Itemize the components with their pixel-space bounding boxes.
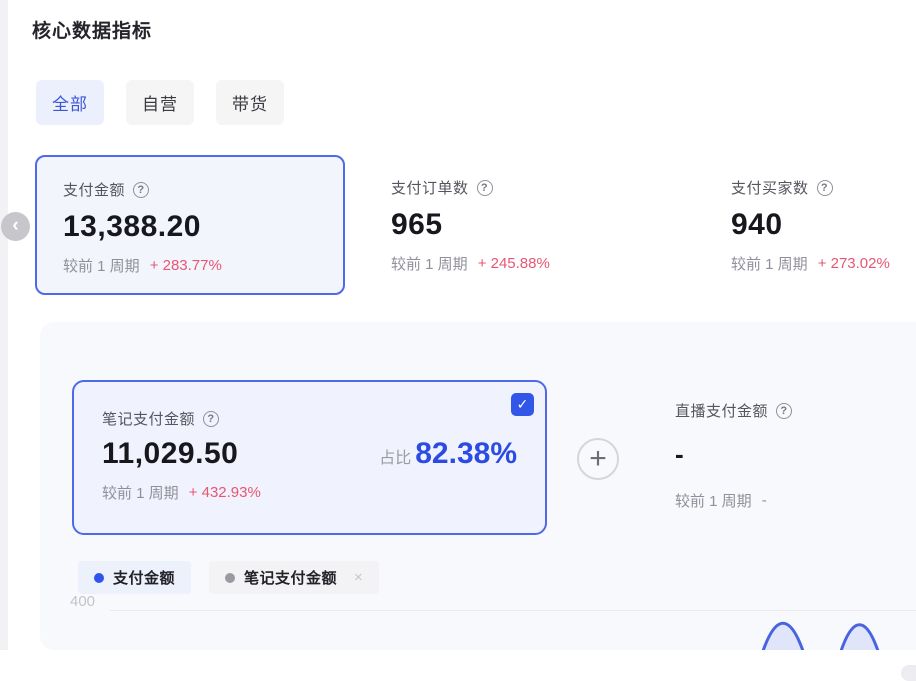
delta-value: + 245.88% <box>478 255 550 272</box>
live-payment-card[interactable]: 直播支付金额 ? - 较前 1 周期 - <box>675 400 905 511</box>
delta-value: - <box>762 492 767 509</box>
legend-dot-icon <box>94 573 104 583</box>
core-metrics-screen: 核心数据指标 全部 自营 带货 ‹ 支付金额 ? 13,388.20 较前 1 … <box>0 0 916 681</box>
metric-value: 13,388.20 <box>63 210 317 244</box>
page-edge-strip <box>0 0 8 650</box>
payment-trend-chart[interactable] <box>700 600 916 650</box>
help-icon[interactable]: ? <box>133 182 149 198</box>
carousel-prev-button[interactable]: ‹ <box>1 212 30 241</box>
tab-self-operated[interactable]: 自营 <box>126 80 194 125</box>
metric-value: 965 <box>391 208 659 242</box>
metric-card-payment-buyers[interactable]: 支付买家数 ? 940 较前 1 周期 + 273.02% <box>705 155 916 295</box>
metric-label: 支付订单数 <box>391 177 469 198</box>
help-icon[interactable]: ? <box>477 180 493 196</box>
y-axis-tick-400: 400 <box>70 593 95 610</box>
metric-card-payment-orders[interactable]: 支付订单数 ? 965 较前 1 周期 + 245.88% <box>365 155 685 295</box>
tab-affiliate[interactable]: 带货 <box>216 80 284 125</box>
delta-value: + 273.02% <box>818 255 890 272</box>
note-payment-card[interactable]: ✓ 笔记支付金额 ? 11,029.50 占比 82.38% 较前 1 周期 +… <box>72 380 547 535</box>
plus-icon: + <box>589 442 607 475</box>
help-icon[interactable]: ? <box>817 180 833 196</box>
metric-label: 直播支付金额 <box>675 400 768 421</box>
share-label: 占比 <box>379 444 411 468</box>
share-value: 82.38% <box>415 437 517 471</box>
metric-card-payment-amount[interactable]: 支付金额 ? 13,388.20 较前 1 周期 + 283.77% <box>35 155 345 295</box>
detail-panel: ✓ 笔记支付金额 ? 11,029.50 占比 82.38% 较前 1 周期 +… <box>40 322 916 650</box>
delta-value: + 432.93% <box>189 484 261 501</box>
page-title: 核心数据指标 <box>32 16 152 43</box>
help-icon[interactable]: ? <box>203 411 219 427</box>
compare-label: 较前 1 周期 <box>102 482 179 503</box>
chevron-left-icon: ‹ <box>12 216 18 235</box>
compare-label: 较前 1 周期 <box>63 255 140 276</box>
compare-label: 较前 1 周期 <box>675 490 752 511</box>
metric-value: - <box>675 439 905 470</box>
legend-chip-payment-amount[interactable]: 支付金额 <box>78 561 191 594</box>
bottom-right-widget[interactable] <box>901 665 916 681</box>
delta-value: + 283.77% <box>150 257 222 274</box>
legend-label: 支付金额 <box>113 567 175 588</box>
metric-label: 支付买家数 <box>731 177 809 198</box>
compare-label: 较前 1 周期 <box>391 253 468 274</box>
legend-label: 笔记支付金额 <box>244 567 337 588</box>
metric-value: 11,029.50 <box>102 437 238 471</box>
metric-value: 940 <box>731 208 916 242</box>
scope-tabs: 全部 自营 带货 <box>36 80 284 125</box>
metric-label: 笔记支付金额 <box>102 408 195 429</box>
help-icon[interactable]: ? <box>776 403 792 419</box>
add-metric-button[interactable]: + <box>577 438 619 480</box>
tab-all[interactable]: 全部 <box>36 80 104 125</box>
metric-label: 支付金额 <box>63 179 125 200</box>
legend-chip-note-payment-amount[interactable]: 笔记支付金额 × <box>209 561 379 594</box>
check-icon: ✓ <box>517 396 529 413</box>
note-payment-checkbox[interactable]: ✓ <box>511 393 534 416</box>
compare-label: 较前 1 周期 <box>731 253 808 274</box>
chart-legend: 支付金额 笔记支付金额 × <box>78 561 379 594</box>
legend-dot-icon <box>225 573 235 583</box>
close-icon[interactable]: × <box>354 569 363 586</box>
